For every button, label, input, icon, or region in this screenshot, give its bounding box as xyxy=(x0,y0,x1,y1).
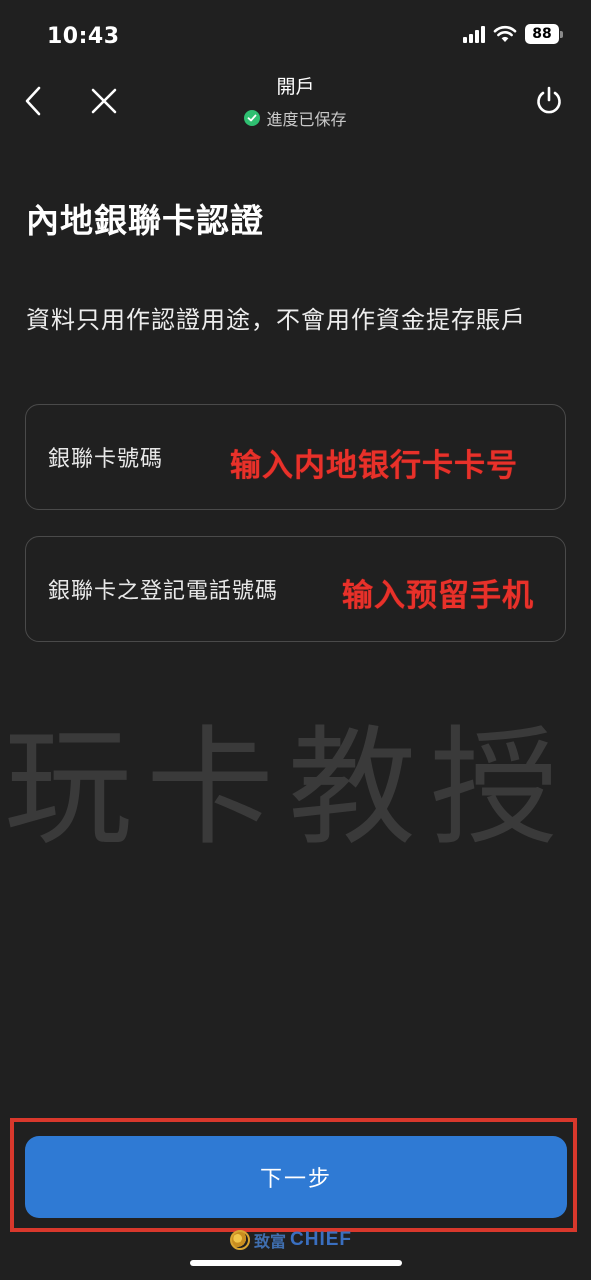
power-button[interactable] xyxy=(533,84,565,118)
power-icon xyxy=(537,86,561,114)
status-icons: 88 xyxy=(463,24,563,44)
wifi-icon xyxy=(493,25,517,42)
registered-phone-label: 銀聯卡之登記電話號碼 xyxy=(48,579,279,604)
next-button[interactable]: 下一步 xyxy=(25,1136,567,1218)
logo-cn: 致富 xyxy=(254,1232,287,1251)
page-title: 內地銀聯卡認證 xyxy=(26,201,264,240)
registered-phone-annotation: 输入预留手机 xyxy=(342,578,534,614)
cellular-signal-icon xyxy=(463,25,485,43)
brand-logo: 致富 CHIEF xyxy=(230,1228,352,1252)
card-number-annotation: 输入内地银行卡卡号 xyxy=(230,448,518,484)
battery-icon: 88 xyxy=(525,24,563,44)
status-time: 10:43 xyxy=(47,24,120,49)
screen: 10:43 88 開戶 進度已保存 內地銀聯卡認證 資料只用作認證用途，不會用作… xyxy=(0,0,591,1280)
home-indicator[interactable] xyxy=(190,1260,402,1266)
save-status-text: 進度已保存 xyxy=(266,110,347,129)
check-circle-icon xyxy=(244,110,261,126)
save-status: 進度已保存 xyxy=(0,106,591,130)
watermark: 玩卡教授 xyxy=(4,714,573,863)
logo-en: CHIEF xyxy=(290,1229,353,1250)
page-description: 資料只用作認證用途，不會用作資金提存賬戶 xyxy=(26,306,526,334)
nav-title: 開戶 xyxy=(276,76,315,98)
battery-level: 88 xyxy=(525,24,559,44)
logo-mark-icon xyxy=(230,1230,250,1250)
card-number-label: 銀聯卡號碼 xyxy=(48,447,164,472)
